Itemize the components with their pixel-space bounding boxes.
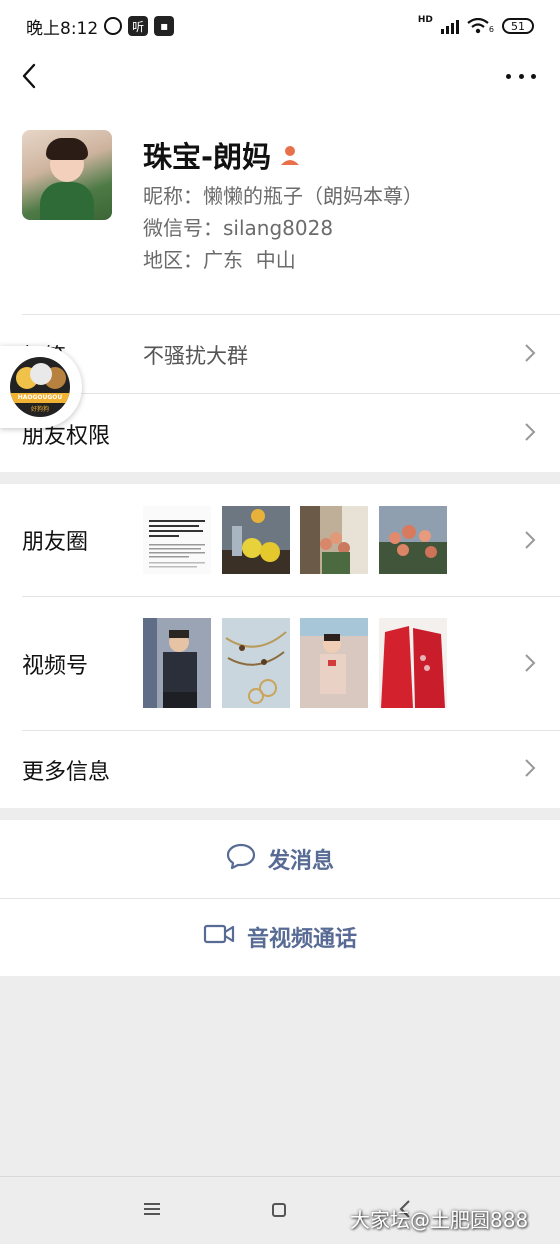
- channels-thumb-jewelry: [222, 618, 290, 708]
- moments-row[interactable]: 朋友圈: [0, 484, 560, 596]
- tags-row[interactable]: 标签 不骚扰大群: [0, 314, 560, 393]
- settings-section: 标签 不骚扰大群 朋友权限: [0, 314, 560, 472]
- signal-icon: [440, 18, 459, 34]
- app-notification-icon: ▪: [154, 16, 175, 36]
- nickname-line: 昵称：懒懒的瓶子（朗妈本尊）: [143, 180, 423, 209]
- wifi-sub-label: 6: [488, 25, 494, 34]
- status-time: 晚上8:12: [26, 18, 99, 39]
- video-call-button[interactable]: 音视频通话: [0, 898, 560, 976]
- status-bar: 晚上8:12 听 ▪ HD 6 51: [0, 0, 560, 52]
- listen-app-icon: 听: [128, 16, 149, 36]
- wechat-id-line: 微信号：silang8028: [143, 212, 333, 241]
- wechat-id-value: silang8028: [223, 216, 334, 240]
- alarm-icon: [104, 17, 123, 35]
- channels-thumb-kid-jacket: [143, 618, 211, 708]
- profile-card: 珠宝-朗妈 昵称：懒懒的瓶子（朗妈本尊） 微信号：silang8028 地区：广…: [0, 100, 560, 314]
- send-message-label: 发消息: [267, 849, 334, 874]
- tags-value: 不骚扰大群: [143, 344, 248, 368]
- hd-label: HD: [417, 15, 433, 25]
- channels-thumb-girl-pink: [300, 618, 368, 708]
- wifi-icon: 6: [467, 18, 494, 34]
- contact-person-icon: [279, 144, 301, 166]
- menu-icon[interactable]: [144, 1203, 160, 1215]
- chevron-right-icon: [524, 530, 536, 550]
- friend-permissions-row[interactable]: 朋友权限: [0, 393, 560, 472]
- avatar[interactable]: [22, 130, 112, 220]
- nav-bar: [0, 52, 560, 100]
- back-chevron-icon[interactable]: [18, 62, 42, 90]
- chat-bubble-icon: [226, 842, 256, 876]
- wechat-id-label: 微信号：: [143, 216, 223, 240]
- display-name: 珠宝-朗妈: [143, 140, 272, 174]
- channels-row[interactable]: 视频号: [0, 596, 560, 730]
- dog-logo-icon: HAOGOUGOU 好狗狗: [10, 357, 70, 417]
- moments-thumb-flowers: [300, 506, 368, 574]
- moments-thumb-text-post: [143, 506, 211, 574]
- region-label: 地区：: [143, 248, 203, 272]
- badge-subtext: 好狗狗: [30, 406, 49, 413]
- badge-text: HAOGOUGOU: [10, 393, 70, 403]
- chevron-right-icon: [524, 653, 536, 673]
- send-message-button[interactable]: 发消息: [0, 820, 560, 898]
- moments-thumb-roses: [379, 506, 447, 574]
- home-icon[interactable]: [272, 1203, 286, 1217]
- chevron-right-icon: [524, 758, 536, 778]
- battery-icon: 51: [502, 18, 534, 34]
- chevron-right-icon: [524, 422, 536, 442]
- video-camera-icon: [203, 923, 235, 951]
- video-call-label: 音视频通话: [246, 927, 357, 952]
- region-value: 广东 中山: [203, 248, 296, 272]
- channels-label: 视频号: [22, 654, 89, 679]
- more-info-row[interactable]: 更多信息: [0, 730, 560, 808]
- nickname-label: 昵称：: [143, 184, 203, 208]
- more-options-icon[interactable]: [506, 66, 536, 86]
- channels-thumb-red-coat: [379, 618, 447, 708]
- region-line: 地区：广东 中山: [143, 244, 296, 273]
- moments-label: 朋友圈: [22, 530, 89, 555]
- social-section: 朋友圈 视频号 更多信息: [0, 484, 560, 808]
- floating-app-badge[interactable]: HAOGOUGOU 好狗狗: [0, 346, 82, 428]
- chevron-right-icon: [524, 343, 536, 363]
- moments-thumb-lemons: [222, 506, 290, 574]
- nickname-value: 懒懒的瓶子（朗妈本尊）: [203, 184, 423, 208]
- more-info-label: 更多信息: [22, 760, 111, 785]
- watermark: 大家坛@土肥圆888: [350, 1208, 529, 1232]
- action-buttons: 发消息 音视频通话: [0, 820, 560, 976]
